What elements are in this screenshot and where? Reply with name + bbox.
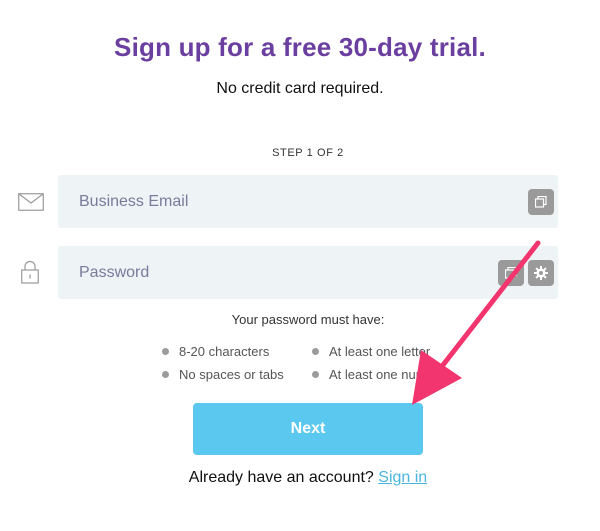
copy-icon [505,267,517,279]
signin-prompt-text: Already have an account? [188,469,374,486]
bullet-icon [162,371,169,378]
signin-prompt: Already have an account? Sign in [0,469,600,487]
bullet-icon [162,348,169,355]
requirement-item: No spaces or tabs [162,367,284,382]
lock-icon [21,260,39,284]
password-requirements-title: Your password must have: [231,312,385,327]
requirement-item: At least one number [312,367,434,382]
step-indicator: STEP 1 OF 2 [272,147,344,159]
copy-icon [535,196,547,208]
requirement-item: At least one letter [312,344,430,359]
requirements-clip: At least one letter At least one number [312,340,434,390]
requirement-item: 8-20 characters [162,344,269,359]
page-title: Sign up for a free 30-day trial. [114,32,486,62]
password-autofill-button[interactable] [498,260,524,286]
gear-icon [534,266,548,280]
page-subtitle: No credit card required. [216,80,384,97]
email-autofill-button[interactable] [528,189,554,215]
bullet-icon [312,348,319,355]
bullet-icon [312,371,319,378]
envelope-icon [18,193,44,211]
next-button[interactable]: Next [193,403,423,455]
password-generator-button[interactable] [528,260,554,286]
password-field[interactable] [58,246,558,299]
signin-link[interactable]: Sign in [378,469,427,486]
email-field[interactable] [58,175,558,228]
